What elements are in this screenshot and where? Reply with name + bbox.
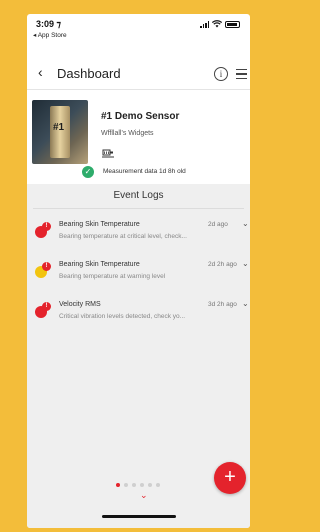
add-button[interactable]: + xyxy=(214,462,246,494)
event-logs-panel: Event Logs ! Bearing Skin Temperature 2d… xyxy=(27,184,250,528)
status-bar: 3:09 ⁊ ◂ App Store xyxy=(27,14,250,46)
battery-icon xyxy=(225,20,240,28)
home-indicator xyxy=(102,515,176,518)
chevron-down-icon[interactable]: ⌄ xyxy=(242,219,249,228)
alert-severity-icon: ! xyxy=(35,262,53,280)
event-log-item[interactable]: ! Velocity RMS 3d 2h ago ⌄ Critical vibr… xyxy=(27,296,250,330)
back-chevron-icon[interactable]: ‹ xyxy=(38,64,43,80)
status-time: 3:09 ⁊ xyxy=(36,19,61,29)
event-log-item[interactable]: ! Bearing Skin Temperature 2d ago ⌄ Bear… xyxy=(27,216,250,250)
page-title: Dashboard xyxy=(57,66,121,81)
page-dot[interactable] xyxy=(132,483,136,487)
event-log-title: Velocity RMS xyxy=(59,301,101,308)
sensor-card[interactable]: #1 ✓ #1 Demo Sensor Wffllall's Widgets M… xyxy=(27,90,250,180)
menu-icon[interactable] xyxy=(236,69,247,82)
chevron-down-icon[interactable]: ⌄ xyxy=(242,259,249,268)
sensor-photo-label: #1 xyxy=(53,122,65,133)
back-to-app-link[interactable]: ◂ App Store xyxy=(33,31,67,39)
event-log-description: Bearing temperature at warning level xyxy=(59,273,166,280)
nav-header: ‹ Dashboard i xyxy=(27,54,250,90)
page-indicator[interactable] xyxy=(116,483,160,487)
event-log-time: 3d 2h ago xyxy=(208,301,237,308)
page-dot[interactable] xyxy=(140,483,144,487)
alert-severity-icon: ! xyxy=(35,222,53,240)
check-icon: ✓ xyxy=(81,165,95,179)
event-log-item[interactable]: ! Bearing Skin Temperature 2d 2h ago ⌄ B… xyxy=(27,256,250,290)
wifi-icon xyxy=(212,20,222,28)
event-log-description: Bearing temperature at critical level, c… xyxy=(59,233,187,240)
event-log-time: 2d 2h ago xyxy=(208,261,237,268)
alert-severity-icon: ! xyxy=(35,302,53,320)
page-dot[interactable] xyxy=(124,483,128,487)
sensor-data-age: Measurement data 1d 8h old xyxy=(103,168,186,175)
page-dot[interactable] xyxy=(116,483,120,487)
event-logs-title: Event Logs xyxy=(113,190,164,201)
page-dot[interactable] xyxy=(148,483,152,487)
event-log-description: Critical vibration levels detected, chec… xyxy=(59,313,186,320)
sensor-name: #1 Demo Sensor xyxy=(101,111,180,122)
sensor-photo: #1 xyxy=(32,100,88,164)
divider xyxy=(33,208,244,209)
machine-icon xyxy=(102,149,114,158)
phone-screen: 3:09 ⁊ ◂ App Store ‹ Dashboard i #1 ✓ #1… xyxy=(27,14,250,528)
event-log-title: Bearing Skin Temperature xyxy=(59,221,140,228)
info-icon[interactable]: i xyxy=(214,67,228,81)
event-log-title: Bearing Skin Temperature xyxy=(59,261,140,268)
status-icons xyxy=(200,20,240,28)
chevron-down-icon[interactable]: ⌄ xyxy=(242,299,249,308)
event-log-time: 2d ago xyxy=(208,221,228,228)
signal-icon xyxy=(200,20,209,28)
page-dot[interactable] xyxy=(156,483,160,487)
sensor-organization: Wffllall's Widgets xyxy=(101,130,154,137)
chevron-down-icon[interactable]: ⌄ xyxy=(140,490,148,501)
